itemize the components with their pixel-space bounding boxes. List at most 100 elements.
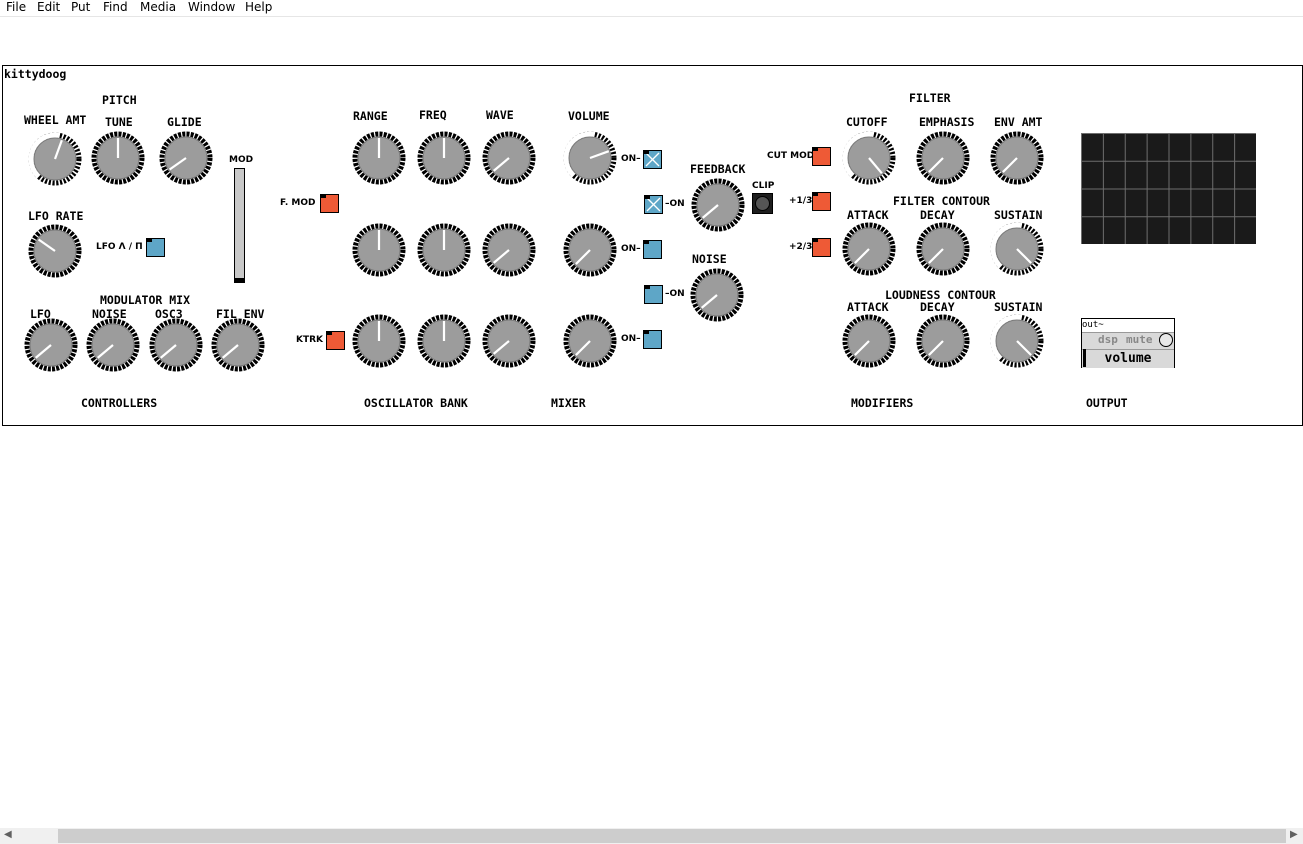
knob-feedback[interactable]	[690, 177, 746, 233]
knob-volume1[interactable]	[562, 130, 618, 186]
noise-on-toggle[interactable]	[644, 285, 663, 304]
output-led-icon	[1159, 333, 1173, 347]
knob-noise[interactable]	[689, 267, 745, 323]
label-lfo-shape: LFO Λ / Π	[96, 242, 143, 252]
ktrk-toggle[interactable]	[326, 331, 345, 350]
lfo-shape-toggle[interactable]	[146, 238, 165, 257]
label-cutoff: CUTOFF	[846, 115, 888, 129]
knob-osc3[interactable]	[148, 317, 204, 373]
knob-f-attack[interactable]	[841, 221, 897, 277]
mute-toggle[interactable]: mute	[1126, 333, 1158, 346]
label-cut-mod: CUT MOD	[767, 151, 815, 161]
knob-wheel-amt[interactable]	[27, 131, 83, 187]
label-clip: CLIP	[752, 181, 775, 191]
label-volume: VOLUME	[568, 109, 610, 123]
scrollbar-thumb[interactable]	[58, 829, 1286, 843]
label-tune: TUNE	[105, 115, 133, 129]
heading-pitch: PITCH	[102, 93, 137, 107]
clip-led-icon	[755, 196, 770, 211]
knob-noise-mod[interactable]	[85, 317, 141, 373]
section-oscillator-bank: OSCILLATOR BANK	[364, 396, 468, 410]
label-mod: MOD	[229, 155, 254, 165]
label-emphasis: EMPHASIS	[919, 115, 975, 129]
output-volume-slider[interactable]: volume	[1082, 349, 1174, 368]
knob-freq3[interactable]	[416, 313, 472, 369]
label-plus-one-third: +1/3	[789, 196, 813, 206]
heading-filter: FILTER	[909, 91, 951, 105]
oscilloscope-display	[1081, 133, 1256, 244]
label-env-amt: ENV AMT	[994, 115, 1043, 129]
heading-filter-contour: FILTER CONTOUR	[893, 194, 990, 208]
label-on-5: ON–	[621, 334, 641, 344]
menu-find[interactable]: Find	[103, 0, 128, 14]
f-mod-toggle[interactable]	[320, 194, 339, 213]
knob-emphasis[interactable]	[915, 130, 971, 186]
feedback-on-toggle[interactable]	[644, 195, 663, 214]
knob-glide[interactable]	[158, 130, 214, 186]
knob-env-amt[interactable]	[989, 130, 1045, 186]
patch-name: kittydoog	[4, 67, 67, 81]
osc2-on-toggle[interactable]	[643, 240, 662, 259]
knob-lfo[interactable]	[23, 317, 79, 373]
mod-wheel-slider[interactable]	[234, 168, 245, 283]
menu-put[interactable]: Put	[71, 0, 90, 14]
osc3-on-toggle[interactable]	[643, 330, 662, 349]
cut-mod-toggle[interactable]	[812, 147, 831, 166]
knob-range1[interactable]	[351, 130, 407, 186]
menu-file[interactable]: File	[6, 0, 26, 14]
menu-help[interactable]: Help	[245, 0, 272, 14]
knob-l-decay[interactable]	[915, 313, 971, 369]
horizontal-scrollbar[interactable]: ◀ ▶	[0, 828, 1303, 844]
dsp-toggle[interactable]: dsp	[1098, 333, 1119, 346]
plus-two-thirds-toggle[interactable]	[812, 238, 831, 257]
knob-f-decay[interactable]	[915, 221, 971, 277]
menu-edit[interactable]: Edit	[37, 0, 60, 14]
label-freq: FREQ	[419, 108, 447, 122]
mod-wheel-fill	[235, 278, 244, 282]
label-on-1: ON–	[621, 154, 641, 164]
label-range: RANGE	[353, 109, 388, 123]
knob-cutoff[interactable]	[841, 130, 897, 186]
knob-fil-env[interactable]	[210, 317, 266, 373]
label-on-3: ON–	[621, 244, 641, 254]
knob-range3[interactable]	[351, 313, 407, 369]
osc1-on-toggle[interactable]	[643, 150, 662, 169]
knob-volume2[interactable]	[562, 222, 618, 278]
section-controllers: CONTROLLERS	[81, 396, 158, 410]
heading-modulator-mix: MODULATOR MIX	[100, 293, 191, 307]
label-noise: NOISE	[692, 252, 727, 266]
knob-wave3[interactable]	[481, 313, 537, 369]
knob-l-attack[interactable]	[841, 313, 897, 369]
knob-l-sustain[interactable]	[989, 313, 1045, 369]
knob-volume3[interactable]	[562, 313, 618, 369]
menu-bar: File Edit Put Find Media Window Help	[0, 0, 1303, 17]
section-modifiers: MODIFIERS	[851, 396, 914, 410]
label-wave: WAVE	[486, 108, 514, 122]
label-on-4: –ON	[665, 289, 685, 299]
label-f-mod: F. MOD	[280, 198, 316, 208]
label-glide: GLIDE	[167, 115, 202, 129]
label-ktrk: KTRK	[296, 335, 324, 345]
knob-wave2[interactable]	[481, 222, 537, 278]
knob-freq2[interactable]	[416, 222, 472, 278]
menu-media[interactable]: Media	[140, 0, 176, 14]
label-plus-two-thirds: +2/3	[789, 242, 813, 252]
output-object[interactable]: out~ dsp mute volume	[1081, 318, 1175, 368]
output-volume-fill	[1083, 349, 1086, 367]
knob-tune[interactable]	[90, 130, 146, 186]
clip-indicator	[752, 193, 773, 214]
section-mixer: MIXER	[551, 396, 586, 410]
scroll-right-icon[interactable]: ▶	[1290, 829, 1298, 840]
knob-lfo-rate[interactable]	[27, 223, 83, 279]
knob-f-sustain[interactable]	[989, 221, 1045, 277]
label-wheel-amt: WHEEL AMT	[24, 113, 87, 127]
knob-range2[interactable]	[351, 222, 407, 278]
output-object-name: out~	[1082, 320, 1104, 330]
knob-freq1[interactable]	[416, 130, 472, 186]
plus-one-third-toggle[interactable]	[812, 192, 831, 211]
scroll-left-icon[interactable]: ◀	[4, 829, 12, 840]
menu-window[interactable]: Window	[188, 0, 235, 14]
knob-wave1[interactable]	[481, 130, 537, 186]
label-feedback: FEEDBACK	[690, 162, 746, 176]
label-on-2: –ON	[665, 199, 685, 209]
